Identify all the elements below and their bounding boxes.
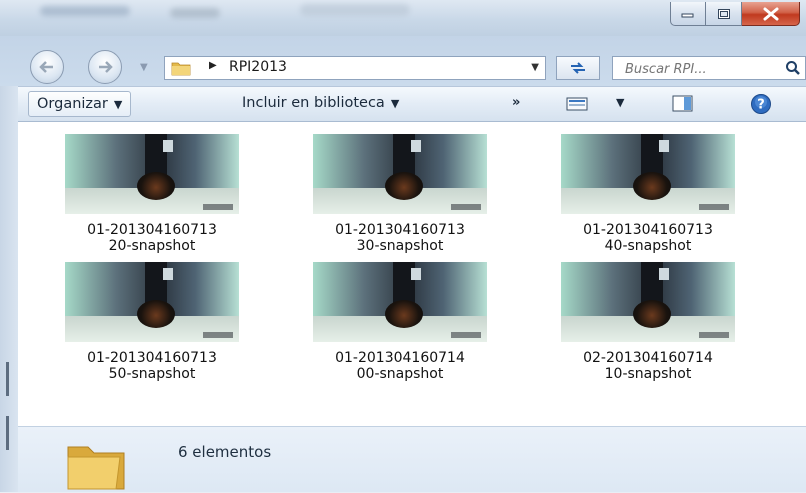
- snapshot-thumbnail: [313, 134, 487, 214]
- view-dropdown[interactable]: ▼: [616, 96, 624, 109]
- maximize-button[interactable]: [706, 2, 742, 26]
- svg-text:?: ?: [757, 98, 765, 113]
- breadcrumb-path[interactable]: RPI2013: [229, 59, 287, 75]
- command-bar: Organizar ▼ Incluir en biblioteca ▼ » ▼ ?: [18, 86, 806, 122]
- file-name: 02-201304160714 10-snapshot: [583, 350, 713, 382]
- file-item[interactable]: 02-201304160714 10-snapshot: [548, 262, 748, 382]
- file-item[interactable]: 01-201304160714 00-snapshot: [300, 262, 500, 382]
- search-box[interactable]: [612, 56, 806, 80]
- include-label: Incluir en biblioteca: [242, 95, 385, 111]
- item-count: 6 elementos: [178, 443, 272, 461]
- recent-pages-dropdown[interactable]: ▼: [140, 62, 148, 73]
- file-name: 01-201304160713 50-snapshot: [87, 350, 217, 382]
- folder-icon: [67, 446, 125, 490]
- breadcrumb-arrow-icon[interactable]: ▶: [209, 60, 217, 71]
- address-dropdown-icon[interactable]: ▼: [531, 62, 539, 73]
- forward-arrow-icon: [99, 61, 113, 73]
- title-blur: [40, 6, 130, 16]
- view-icon: [566, 97, 588, 111]
- refresh-icon: [571, 62, 585, 74]
- details-pane: 6 elementos: [18, 426, 806, 492]
- back-button[interactable]: [30, 50, 64, 84]
- address-row: ▼ ▶ RPI2013 ▼: [0, 36, 806, 86]
- file-item[interactable]: 01-201304160713 50-snapshot: [52, 262, 252, 382]
- snapshot-thumbnail: [561, 262, 735, 342]
- frame-mark: [6, 416, 9, 450]
- frame-mark: [6, 362, 9, 396]
- address-bar[interactable]: ▶ RPI2013 ▼: [164, 56, 546, 80]
- preview-pane-button[interactable]: [672, 95, 694, 117]
- file-list: 01-201304160713 20-snapshot 01-2013041607…: [18, 122, 806, 426]
- title-blur: [300, 4, 410, 16]
- help-icon: ?: [751, 94, 771, 114]
- maximize-icon: [717, 8, 730, 19]
- preview-pane-icon: [672, 95, 693, 112]
- organize-button[interactable]: Organizar ▼: [28, 91, 132, 117]
- more-commands-button[interactable]: »: [512, 95, 520, 110]
- minimize-button[interactable]: [670, 2, 706, 26]
- chevron-down-icon: ▼: [113, 98, 123, 111]
- organize-label: Organizar: [37, 96, 108, 112]
- window-frame-left: [0, 86, 18, 492]
- file-name: 01-201304160713 30-snapshot: [335, 222, 465, 254]
- include-in-library-button[interactable]: Incluir en biblioteca ▼: [242, 95, 399, 111]
- change-view-button[interactable]: [566, 96, 590, 116]
- back-arrow-icon: [39, 61, 53, 73]
- caption-buttons: [670, 2, 800, 28]
- file-name: 01-201304160713 20-snapshot: [87, 222, 217, 254]
- snapshot-thumbnail: [65, 262, 239, 342]
- close-icon: [763, 7, 778, 20]
- help-button[interactable]: ?: [750, 93, 772, 119]
- snapshot-thumbnail: [313, 262, 487, 342]
- search-input[interactable]: [623, 58, 787, 80]
- title-blur: [170, 8, 220, 18]
- file-item[interactable]: 01-201304160713 30-snapshot: [300, 134, 500, 254]
- close-button[interactable]: [742, 2, 800, 26]
- file-item[interactable]: 01-201304160713 40-snapshot: [548, 134, 748, 254]
- file-name: 01-201304160714 00-snapshot: [335, 350, 465, 382]
- snapshot-thumbnail: [65, 134, 239, 214]
- chevron-down-icon: ▼: [390, 97, 400, 110]
- forward-button[interactable]: [88, 50, 122, 84]
- file-item[interactable]: 01-201304160713 20-snapshot: [52, 134, 252, 254]
- minimize-icon: [681, 13, 694, 17]
- file-name: 01-201304160713 40-snapshot: [583, 222, 713, 254]
- search-icon[interactable]: [785, 60, 801, 76]
- folder-icon: [171, 62, 191, 76]
- refresh-button[interactable]: [556, 56, 600, 80]
- title-bar: [0, 0, 806, 36]
- snapshot-thumbnail: [561, 134, 735, 214]
